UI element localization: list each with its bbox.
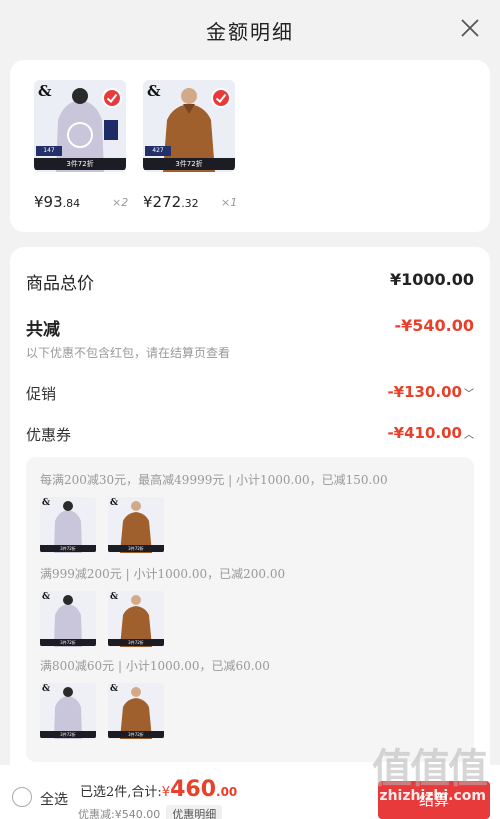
mini-product-image: & 3件72折 <box>108 683 164 739</box>
products-card: & 147 3件72折 ¥93.84 ×2 & 427 3件72折 ¥272.3… <box>10 60 490 232</box>
mini-product-image: & 3件72折 <box>40 497 96 553</box>
close-button[interactable] <box>458 16 482 40</box>
total-value: ¥1000.00 <box>389 270 474 289</box>
promo-badge: 3件72折 <box>143 158 235 170</box>
total-label: 商品总价 <box>26 274 94 294</box>
product-image[interactable]: & 427 3件72折 <box>143 80 235 172</box>
mini-product-image: & 3件72折 <box>40 683 96 739</box>
product-quantity: ×2 <box>112 196 129 209</box>
mini-product-image: & 3件72折 <box>108 497 164 553</box>
promo-row[interactable]: -¥130.00 ﹀ <box>387 383 474 401</box>
total-amount: ¥460.00 <box>161 777 238 802</box>
promo-label: 促销 <box>26 385 57 403</box>
summary-card: 商品总价 ¥1000.00 共减 -¥540.00 以下优惠不包含红包，请在结算… <box>10 247 490 807</box>
coupon-details: 每满200减30元，最高减49999元 | 小计1000.00，已减150.00… <box>26 457 474 762</box>
product-item[interactable]: & 147 3件72折 ¥93.84 ×2 <box>34 80 129 211</box>
product-quantity: ×1 <box>221 196 238 209</box>
discount-summary: 优惠减:¥540.00 优惠明细 <box>78 805 223 819</box>
coupon-label: 优惠券 <box>26 426 72 444</box>
promo-badge: 3件72折 <box>34 158 126 170</box>
price-tag: 147 <box>36 146 62 156</box>
selected-text: 已选2件,合计: <box>80 785 162 800</box>
watermark-url: zhizhizhi.com <box>379 788 486 804</box>
product-price: ¥272.32 <box>143 193 199 211</box>
promo-value: -¥130.00 <box>387 383 462 401</box>
discount-detail-button[interactable]: 优惠明细 <box>166 805 223 819</box>
checked-icon[interactable] <box>102 88 122 108</box>
close-icon <box>461 19 479 37</box>
product-item[interactable]: & 427 3件72折 ¥272.32 ×1 <box>143 80 238 211</box>
brand-logo: & <box>38 82 52 100</box>
chevron-down-icon: ﹀ <box>464 389 474 400</box>
product-price: ¥93.84 <box>34 193 81 211</box>
mini-product-image: & 3件72折 <box>108 591 164 647</box>
product-image[interactable]: & 147 3件72折 <box>34 80 126 172</box>
checked-icon[interactable] <box>211 88 231 108</box>
discount-note: 以下优惠不包含红包，请在结算页查看 <box>26 346 231 360</box>
discount-value: -¥540.00 <box>394 316 474 335</box>
coupon-value: -¥410.00 <box>387 424 462 442</box>
coupon-rule: 满999减200元 | 小计1000.00，已减200.00 <box>40 567 286 581</box>
brand-logo: & <box>147 82 161 100</box>
discount-text: 优惠减:¥540.00 <box>78 808 161 819</box>
coupon-row[interactable]: -¥410.00 ︿ <box>387 424 474 442</box>
chevron-up-icon: ︿ <box>464 430 474 441</box>
header: 金额明细 <box>0 0 500 58</box>
discount-label: 共减 <box>26 320 60 340</box>
mini-product-image: & 3件72折 <box>40 591 96 647</box>
watermark-logo: 值值值 <box>372 746 488 792</box>
coupon-rule: 每满200减30元，最高减49999元 | 小计1000.00，已减150.00 <box>40 473 388 487</box>
total-summary: 已选2件,合计:¥460.00 <box>80 777 237 802</box>
coupon-rule: 满800减60元 | 小计1000.00，已减60.00 <box>40 659 270 673</box>
select-all-label[interactable]: 全选 <box>40 789 68 809</box>
price-tag: 427 <box>145 146 171 156</box>
select-all-checkbox[interactable] <box>12 787 32 807</box>
page-title: 金额明细 <box>206 20 294 44</box>
